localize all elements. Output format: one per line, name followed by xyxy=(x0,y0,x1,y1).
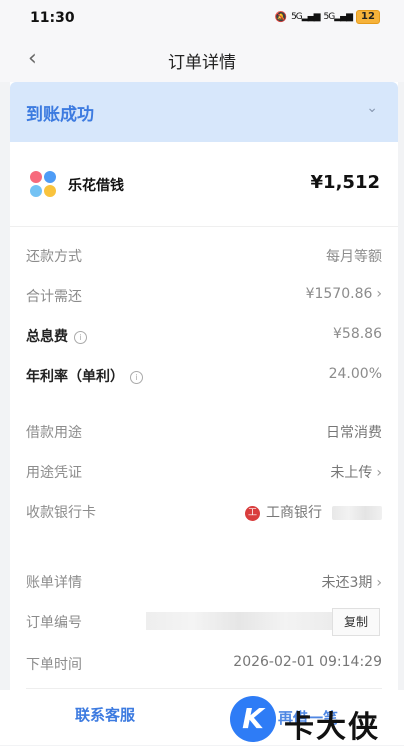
status-header[interactable]: 到账成功 ⌄ xyxy=(10,82,398,142)
repayment-method-value: 每月等额 xyxy=(326,249,382,265)
purpose-proof-label: 用途凭证 xyxy=(26,465,82,481)
loan-amount: ¥1,512 xyxy=(310,172,380,193)
status-icons: 🔕 5G▂▄▆ 5G▂▄▆ 12 xyxy=(275,10,380,24)
info-icon[interactable]: i xyxy=(74,330,87,344)
chevron-right-icon: › xyxy=(376,465,382,481)
status-time: 11:30 xyxy=(30,10,75,26)
usage-card: 借款用途 日常消费 用途凭证 未上传 › 收款银行卡 工工商银行 xyxy=(10,396,398,552)
product-row: 乐花借钱 ¥1,512 xyxy=(10,142,398,227)
chevron-down-icon[interactable]: ⌄ xyxy=(366,100,378,116)
nav-bar: ‹ 订单详情 xyxy=(0,36,404,82)
signal-icon-1: 5G▂▄▆ xyxy=(291,12,320,22)
chevron-right-icon: › xyxy=(376,286,382,302)
signal-icon-2: 5G▂▄▆ xyxy=(323,12,353,22)
repayment-method-label: 还款方式 xyxy=(26,249,82,265)
annual-rate-value: 24.00% xyxy=(328,366,382,382)
battery-icon: 12 xyxy=(356,10,380,24)
divider xyxy=(26,688,382,689)
loan-purpose-row: 借款用途 日常消费 xyxy=(10,414,398,452)
bank-card-label: 收款银行卡 xyxy=(26,505,96,521)
product-name: 乐花借钱 xyxy=(68,178,124,194)
total-fee-value: ¥58.86 xyxy=(333,326,382,342)
bill-detail-row[interactable]: 账单详情 未还3期 › xyxy=(10,564,398,602)
repayment-method-row: 还款方式 每月等额 xyxy=(10,238,398,276)
purpose-proof-row[interactable]: 用途凭证 未上传 › xyxy=(10,454,398,492)
info-icon[interactable]: i xyxy=(130,370,143,384)
mute-icon: 🔕 xyxy=(274,11,288,23)
status-text: 到账成功 xyxy=(26,105,94,125)
loan-purpose-value: 日常消费 xyxy=(326,425,382,441)
annual-rate-row: 年利率（单利） i 24.00% xyxy=(10,358,398,396)
total-repay-value: ¥1570.86 › xyxy=(305,286,382,302)
loan-purpose-label: 借款用途 xyxy=(26,425,82,441)
watermark-logo: K 卡大侠 xyxy=(230,696,400,745)
order-number-label: 订单编号 xyxy=(26,615,82,631)
bank-card-value: 工工商银行 xyxy=(245,502,382,522)
order-summary-card: 到账成功 ⌄ 乐花借钱 ¥1,512 还款方式 每月等额 合计需还 ¥1570.… xyxy=(10,82,398,432)
contact-service-button[interactable]: 联系客服 xyxy=(0,704,210,725)
copy-button[interactable]: 复制 xyxy=(332,608,380,636)
total-fee-label: 总息费 i xyxy=(26,326,87,346)
masked-order-number xyxy=(146,612,332,630)
bank-card-row: 收款银行卡 工工商银行 xyxy=(10,494,398,532)
total-fee-row: 总息费 i ¥58.86 xyxy=(10,318,398,356)
annual-rate-label: 年利率（单利） i xyxy=(26,366,143,386)
bank-icon: 工 xyxy=(245,505,260,521)
order-time-label: 下单时间 xyxy=(26,657,82,673)
order-time-value: 2026-02-01 09:14:29 xyxy=(233,654,382,670)
bill-detail-label: 账单详情 xyxy=(26,575,82,591)
chevron-right-icon: › xyxy=(376,575,382,591)
watermark-icon: K xyxy=(230,696,276,742)
order-time-row: 下单时间 2026-02-01 09:14:29 xyxy=(10,646,398,684)
bill-detail-value: 未还3期 › xyxy=(321,575,382,591)
system-status-bar: 11:30 🔕 5G▂▄▆ 5G▂▄▆ 12 xyxy=(0,0,404,36)
order-number-row: 订单编号 复制 xyxy=(10,604,398,642)
page-title: 订单详情 xyxy=(168,53,236,73)
total-repay-row[interactable]: 合计需还 ¥1570.86 › xyxy=(10,278,398,316)
product-logo xyxy=(30,171,56,197)
total-repay-label: 合计需还 xyxy=(26,289,82,305)
watermark-text: 卡大侠 xyxy=(284,710,380,745)
masked-card-number xyxy=(332,506,382,520)
purpose-proof-value: 未上传 › xyxy=(330,465,382,481)
